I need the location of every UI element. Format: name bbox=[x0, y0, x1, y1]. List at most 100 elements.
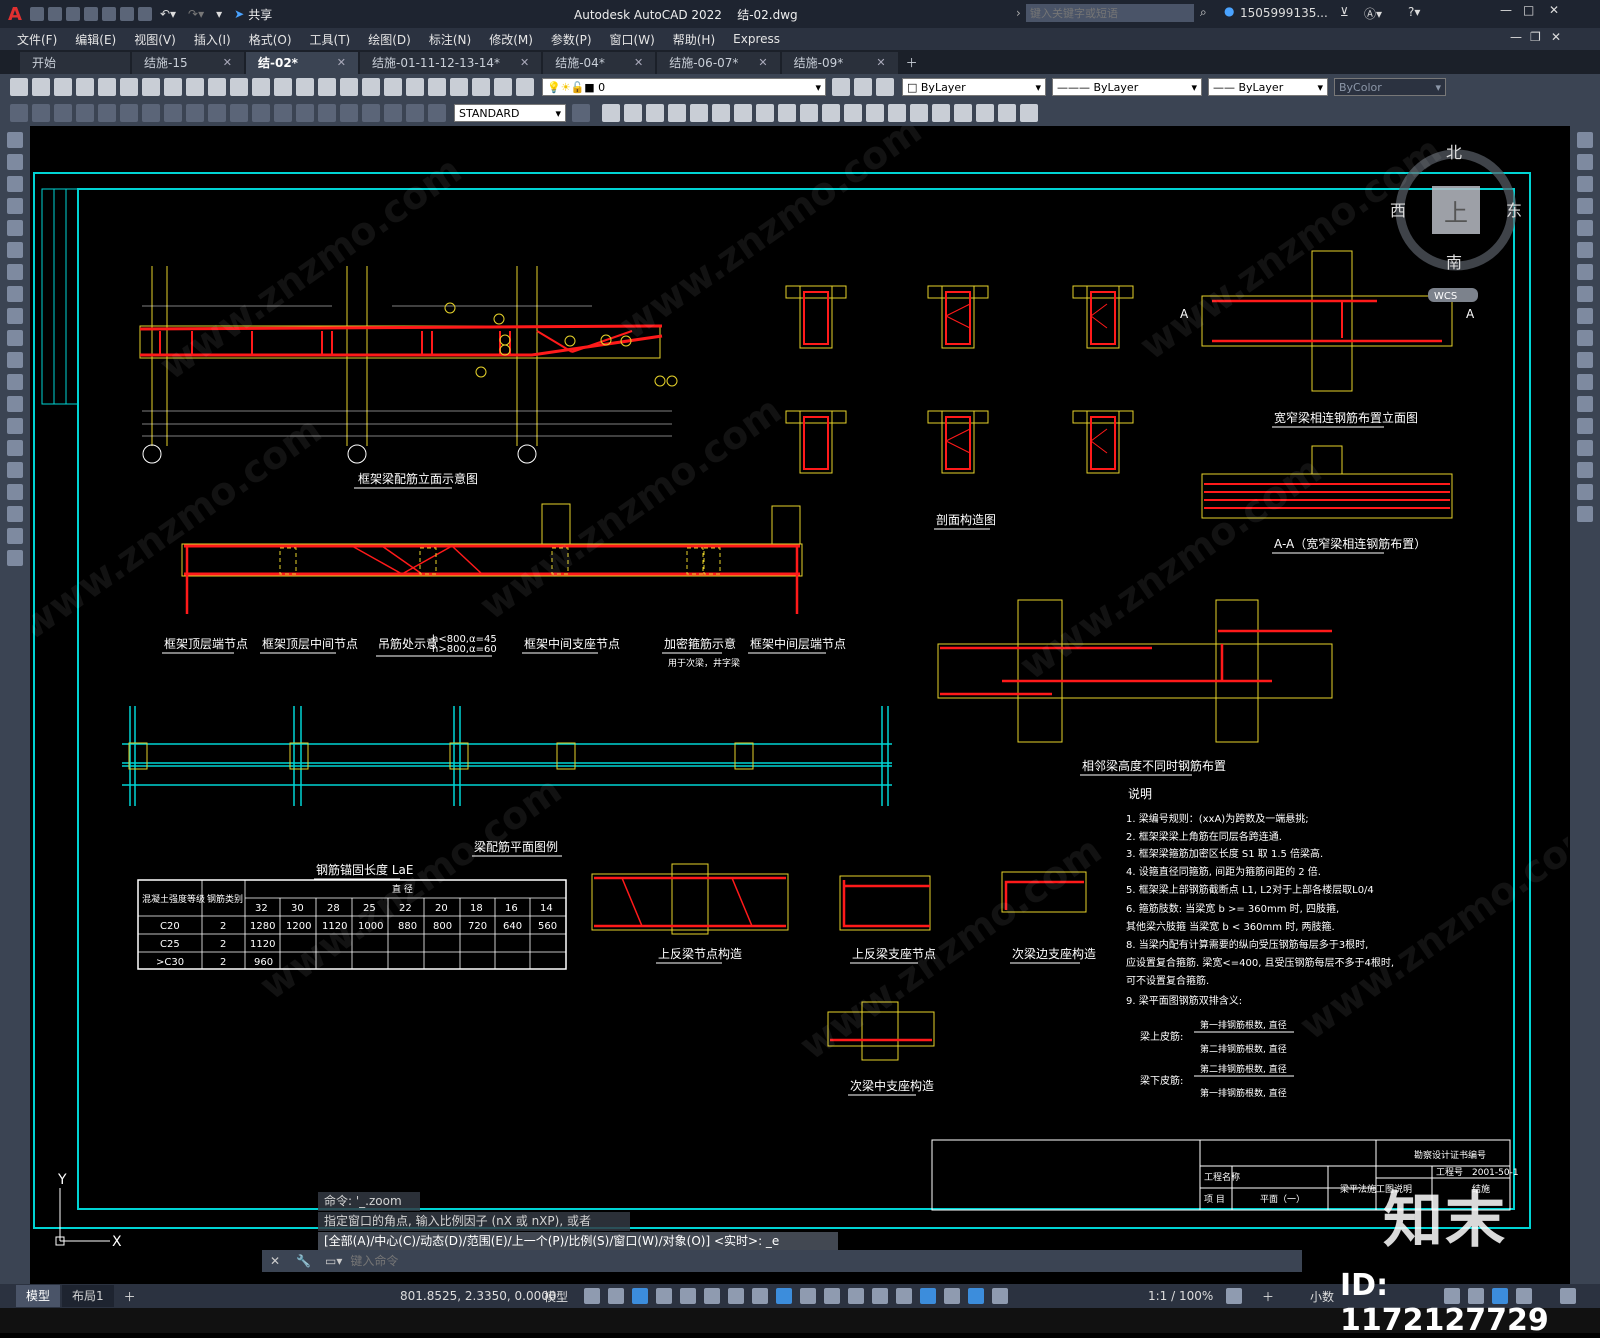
xline-tool-icon[interactable] bbox=[7, 154, 23, 170]
table-tool-icon[interactable] bbox=[7, 506, 23, 522]
cart-icon[interactable]: ⊻ bbox=[1340, 5, 1349, 19]
help-icon[interactable]: ?▾ bbox=[1408, 5, 1420, 19]
chamfer-tool-icon[interactable] bbox=[1577, 440, 1593, 456]
app-logo-icon[interactable]: A bbox=[8, 4, 22, 25]
properties-icon[interactable] bbox=[362, 78, 380, 96]
plus-icon[interactable]: ＋ bbox=[1262, 1288, 1274, 1305]
autoscale-icon[interactable] bbox=[992, 1288, 1008, 1304]
fillet-icon[interactable] bbox=[888, 104, 906, 122]
draw-order-icon[interactable] bbox=[932, 104, 950, 122]
drawing-canvas[interactable]: 框架梁配筋立面示意图 剖面构造图 A A 宽窄梁相连钢筋布置立面图 A-A（宽窄… bbox=[32, 126, 1568, 1284]
trim-tool-icon[interactable] bbox=[1577, 330, 1593, 346]
zoom-window-icon[interactable] bbox=[318, 78, 336, 96]
tab-start[interactable]: 开始 bbox=[20, 52, 130, 74]
command-input[interactable] bbox=[348, 1251, 1302, 1271]
menu-format[interactable]: 格式(O) bbox=[240, 31, 301, 48]
maximize-icon[interactable]: □ bbox=[1523, 3, 1534, 17]
markup-icon[interactable] bbox=[450, 78, 468, 96]
3dosnap-icon[interactable] bbox=[872, 1288, 888, 1304]
sheet-set-icon[interactable] bbox=[428, 78, 446, 96]
polar-icon[interactable] bbox=[704, 1288, 720, 1304]
tab-layout1[interactable]: 布局1 bbox=[62, 1285, 114, 1307]
save-icon[interactable] bbox=[65, 7, 80, 21]
dim-text-edit-icon[interactable] bbox=[406, 104, 424, 122]
search-icon[interactable]: ⌕ bbox=[1200, 5, 1207, 20]
osnap-icon[interactable] bbox=[776, 1288, 792, 1304]
region-tool-icon[interactable] bbox=[7, 484, 23, 500]
trim-icon[interactable] bbox=[778, 104, 796, 122]
save-tool-icon[interactable] bbox=[54, 78, 72, 96]
tab-jieshi-04[interactable]: 结施-04* ✕ bbox=[543, 52, 656, 74]
open-file-icon[interactable] bbox=[47, 7, 62, 21]
menu-tools[interactable]: 工具(T) bbox=[301, 31, 360, 48]
workspace-gear-icon[interactable] bbox=[1226, 1288, 1242, 1304]
scale-icon[interactable] bbox=[734, 104, 752, 122]
dim-ordinate-icon[interactable] bbox=[76, 104, 94, 122]
linetype-combo[interactable]: ——— ByLayer ▾ bbox=[1052, 78, 1202, 96]
make-current-icon[interactable] bbox=[876, 78, 894, 96]
tab-jie-02[interactable]: 结-02* ✕ bbox=[246, 52, 358, 74]
match-prop-icon[interactable] bbox=[208, 78, 226, 96]
wcs-menu[interactable]: WCS bbox=[1434, 291, 1457, 302]
menu-insert[interactable]: 插入(I) bbox=[185, 31, 240, 48]
dynamic-input-icon[interactable] bbox=[656, 1288, 672, 1304]
erase-tool-icon[interactable] bbox=[1577, 132, 1593, 148]
mirror-tool-icon[interactable] bbox=[1577, 176, 1593, 192]
layer-previous-icon[interactable] bbox=[832, 78, 850, 96]
menu-view[interactable]: 视图(V) bbox=[125, 31, 185, 48]
doc-minimize-icon[interactable]: — bbox=[1510, 30, 1522, 44]
viewcube-north[interactable]: 北 bbox=[1446, 143, 1462, 162]
coordinates-readout[interactable]: 801.8525, 2.3350, 0.0000 bbox=[400, 1289, 557, 1303]
tab-close-icon[interactable]: ✕ bbox=[634, 52, 643, 74]
circle-tool-icon[interactable] bbox=[7, 264, 23, 280]
plot-icon[interactable] bbox=[137, 7, 152, 21]
copy-object-icon[interactable] bbox=[624, 104, 642, 122]
center-mark-icon[interactable] bbox=[318, 104, 336, 122]
calculator-icon[interactable] bbox=[472, 78, 490, 96]
dim-style-combo[interactable]: STANDARD ▾ bbox=[454, 104, 566, 122]
extend-icon[interactable] bbox=[800, 104, 818, 122]
layer-manager-icon[interactable] bbox=[516, 78, 534, 96]
attribute-icon[interactable] bbox=[998, 104, 1016, 122]
join-icon[interactable] bbox=[844, 104, 862, 122]
menu-help[interactable]: 帮助(H) bbox=[664, 31, 724, 48]
hatch-tool-icon[interactable] bbox=[7, 440, 23, 456]
explode-icon[interactable] bbox=[910, 104, 928, 122]
isodraft-icon[interactable] bbox=[728, 1288, 744, 1304]
user-icon[interactable]: ● bbox=[1224, 4, 1234, 18]
undo-icon[interactable]: ↶▾ bbox=[160, 7, 176, 21]
tab-jieshi-06-07[interactable]: 结施-06-07* ✕ bbox=[657, 52, 780, 74]
tab-jieshi-01-14[interactable]: 结施-01-11-12-13-14* ✕ bbox=[360, 52, 542, 74]
user-name[interactable]: 1505999135... bbox=[1240, 6, 1328, 20]
blend-tool-icon[interactable] bbox=[1577, 484, 1593, 500]
close-icon[interactable]: ✕ bbox=[1549, 3, 1559, 17]
rotate-icon[interactable] bbox=[712, 104, 730, 122]
preview-icon[interactable] bbox=[98, 78, 116, 96]
copy-tool-icon[interactable] bbox=[1577, 154, 1593, 170]
new-tab-button[interactable]: ＋ bbox=[900, 52, 924, 74]
grid-icon[interactable] bbox=[584, 1288, 600, 1304]
menu-dimension[interactable]: 标注(N) bbox=[420, 31, 480, 48]
undo-tool-icon[interactable] bbox=[230, 78, 248, 96]
xref-icon[interactable] bbox=[1020, 104, 1038, 122]
lineweight-combo[interactable]: —— ByLayer ▾ bbox=[1208, 78, 1328, 96]
redo-tool-icon[interactable] bbox=[252, 78, 270, 96]
offset-icon[interactable] bbox=[668, 104, 686, 122]
units-display[interactable]: 小数 bbox=[1310, 1288, 1334, 1305]
line-tool-icon[interactable] bbox=[7, 132, 23, 148]
add-layout-icon[interactable]: ＋ bbox=[124, 1288, 136, 1305]
polygon-tool-icon[interactable] bbox=[7, 198, 23, 214]
jogged-linear-icon[interactable] bbox=[362, 104, 380, 122]
dynamic-ucs-icon[interactable] bbox=[896, 1288, 912, 1304]
customize-icon[interactable]: ▾ bbox=[216, 7, 222, 21]
customize-cmd-icon[interactable]: 🔧 bbox=[296, 1254, 311, 1268]
open-web-icon[interactable] bbox=[101, 7, 116, 21]
tab-close-icon[interactable]: ✕ bbox=[876, 52, 885, 74]
insert-tool-icon[interactable] bbox=[7, 374, 23, 390]
tab-jieshi-15[interactable]: 结施-15 ✕ bbox=[132, 52, 244, 74]
tab-close-icon[interactable]: ✕ bbox=[223, 52, 232, 74]
viewcube-east[interactable]: 东 bbox=[1506, 201, 1522, 220]
polyline-tool-icon[interactable] bbox=[7, 176, 23, 192]
stretch-tool-icon[interactable] bbox=[1577, 308, 1593, 324]
cut-icon[interactable] bbox=[142, 78, 160, 96]
